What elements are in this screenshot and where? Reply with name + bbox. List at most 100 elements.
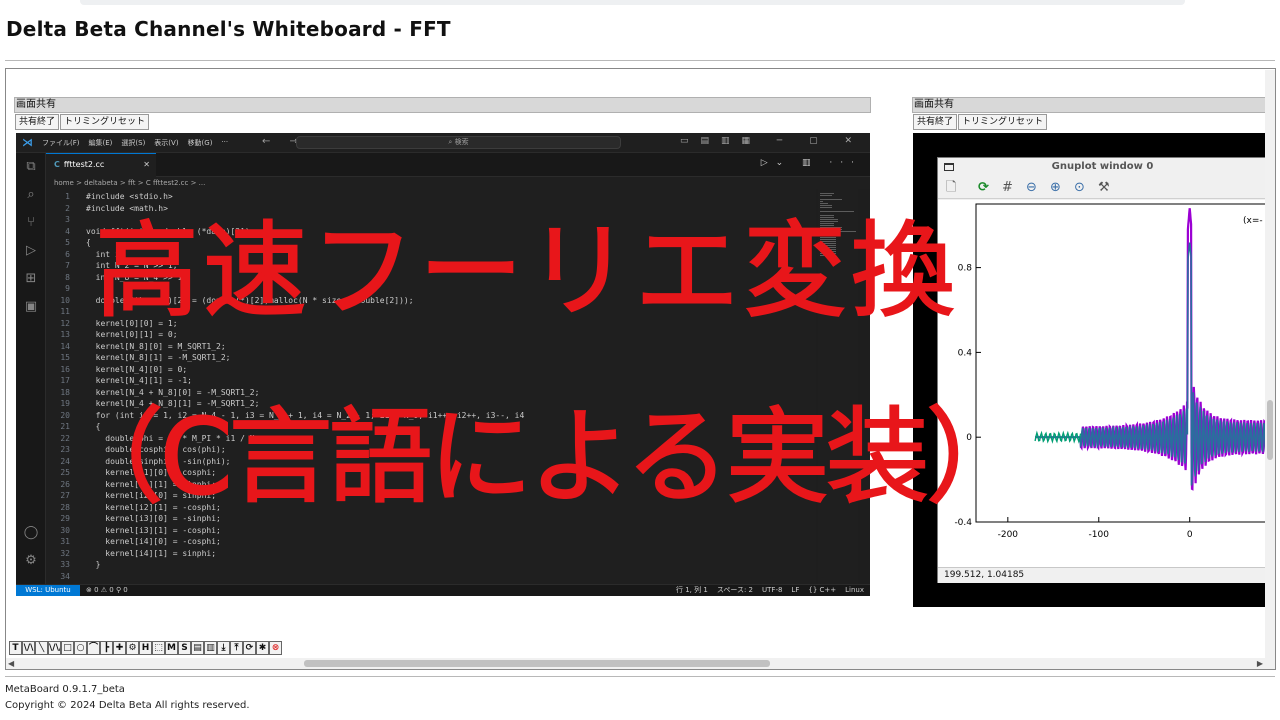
code-line[interactable]: 16 kernel[N_4][0] = 0; xyxy=(46,364,816,376)
horizontal-scrollbar[interactable]: ◀ ▶ xyxy=(6,658,1275,669)
menu-selection[interactable]: 選択(S) xyxy=(121,138,145,148)
remote-explorer-icon[interactable]: ▣ xyxy=(23,299,39,315)
stop-sharing-button[interactable]: 共有終了 xyxy=(913,114,958,130)
tool-button[interactable]: ┣ xyxy=(100,641,113,655)
code-line[interactable]: 8 int N_8 = N_4 >> 1; xyxy=(46,272,816,284)
language-mode[interactable]: {} C++ xyxy=(808,585,836,596)
tool-button[interactable]: H xyxy=(139,641,152,655)
scroll-right-icon[interactable]: ▶ xyxy=(1257,658,1263,669)
minimap[interactable] xyxy=(818,189,858,584)
stop-sharing-button[interactable]: 共有終了 xyxy=(15,114,60,130)
explorer-icon[interactable]: ⧉ xyxy=(23,159,39,175)
code-line[interactable]: 13 kernel[0][1] = 0; xyxy=(46,329,816,341)
encoding-setting[interactable]: UTF-8 xyxy=(762,585,782,596)
code-line[interactable]: 7 int N_2 = N >> 1; xyxy=(46,260,816,272)
tool-button[interactable]: ⤓ xyxy=(217,641,230,655)
menu-go[interactable]: 移動(G) xyxy=(188,138,213,148)
code-line[interactable]: 20 for (int i1 = 1, i2 = N_4 - 1, i3 = N… xyxy=(46,410,816,422)
scroll-left-icon[interactable]: ◀ xyxy=(8,658,14,669)
close-icon[interactable]: ✕ xyxy=(143,154,150,176)
code-line[interactable]: 1 #include <stdio.h> xyxy=(46,191,816,203)
remote-indicator[interactable]: WSL: Ubuntu xyxy=(16,585,80,596)
code-line[interactable]: 29 kernel[i3][0] = -sinphi; xyxy=(46,513,816,525)
eol-setting[interactable]: LF xyxy=(791,585,799,596)
code-line[interactable]: 33 } xyxy=(46,559,816,571)
code-editor[interactable]: 1 #include <stdio.h> 2 #include <math.h> 3 4 v… xyxy=(46,189,816,584)
copy-icon[interactable]: 🗋 xyxy=(946,177,956,199)
tool-button[interactable]: ⬚ xyxy=(152,641,165,655)
problems-indicator[interactable]: ⊗ 0 ⚠ 0 ⚲ 0 xyxy=(86,585,128,596)
tool-button[interactable]: ╲ xyxy=(35,641,48,655)
gnuplot-plot-area[interactable]: 0.8 0.4 0 -0.4 -200 -100 0 (x=- xyxy=(938,200,1269,567)
tool-button[interactable]: ⌒ xyxy=(87,641,100,655)
code-line[interactable]: 10 double (*kernel)[2] = (double(*)[2])m… xyxy=(46,295,816,307)
tool-button[interactable]: S xyxy=(178,641,191,655)
command-search-input[interactable]: ⌕ 検索 xyxy=(296,136,621,149)
window-controls[interactable]: ▭▤▥▦ ─ ▢ ✕ xyxy=(680,136,864,146)
code-line[interactable]: 9 xyxy=(46,283,816,295)
code-line[interactable]: 6 int i; xyxy=(46,249,816,261)
reset-trimming-button[interactable]: トリミングリセット xyxy=(60,114,150,130)
code-line[interactable]: 22 double phi = -2 * M_PI * i1 / N; xyxy=(46,433,816,445)
tool-button[interactable]: □ xyxy=(61,641,74,655)
code-line[interactable]: 2 #include <math.h> xyxy=(46,203,816,215)
options-wrench-icon[interactable]: ⚒ xyxy=(1098,177,1110,199)
replot-icon[interactable]: ⟳ xyxy=(978,177,989,199)
breadcrumb[interactable]: home > deltabeta > fft > C ffttest2.cc >… xyxy=(46,177,870,189)
code-line[interactable]: 30 kernel[i3][1] = -cosphi; xyxy=(46,525,816,537)
menu-more[interactable]: ··· xyxy=(221,138,228,148)
code-line[interactable]: 5{ xyxy=(46,237,816,249)
menu-file[interactable]: ファイル(F) xyxy=(42,138,80,148)
code-line[interactable]: 24 double sinphi = -sin(phi); xyxy=(46,456,816,468)
indent-setting[interactable]: スペース: 2 xyxy=(717,585,753,596)
account-icon[interactable]: ◯ xyxy=(23,525,39,541)
code-line[interactable]: 25 kernel[i1][0] = cosphi; xyxy=(46,467,816,479)
code-line[interactable]: 21 { xyxy=(46,421,816,433)
tool-button[interactable]: T xyxy=(9,641,22,655)
zoom-previous-icon[interactable]: ⊖ xyxy=(1026,177,1037,199)
settings-gear-icon[interactable]: ⚙ xyxy=(23,553,39,569)
tool-button[interactable]: ⚙ xyxy=(126,641,139,655)
source-control-icon[interactable]: ⑂ xyxy=(23,215,39,231)
search-icon[interactable]: ⌕ xyxy=(23,187,39,203)
reset-trimming-button[interactable]: トリミングリセット xyxy=(958,114,1048,130)
tool-button[interactable]: \/\/ xyxy=(48,641,61,655)
tool-button[interactable]: M xyxy=(165,641,178,655)
tool-button[interactable]: ✚ xyxy=(113,641,126,655)
code-line[interactable]: 28 kernel[i2][1] = -cosphi; xyxy=(46,502,816,514)
window-menu-icon[interactable] xyxy=(944,163,954,171)
code-line[interactable]: 26 kernel[i1][1] = sinphi; xyxy=(46,479,816,491)
menu-view[interactable]: 表示(V) xyxy=(154,138,178,148)
zoom-auto-icon[interactable]: ⊙ xyxy=(1074,177,1085,199)
tool-button[interactable]: ⟳ xyxy=(243,641,256,655)
tool-button[interactable]: ○ xyxy=(74,641,87,655)
grid-icon[interactable]: # xyxy=(1002,177,1013,199)
tool-button[interactable]: ⤒ xyxy=(230,641,243,655)
code-line[interactable]: 23 double cosphi = cos(phi); xyxy=(46,444,816,456)
tool-button[interactable]: ⊗ xyxy=(269,641,282,655)
code-line[interactable]: 19 kernel[N_4 + N_8][1] = -M_SQRT1_2; xyxy=(46,398,816,410)
whiteboard-canvas[interactable]: 画面共有 共有終了 トリミングリセット ⋊ ファイル(F) 編集(E) 選択(S… xyxy=(5,68,1276,670)
extensions-icon[interactable]: ⊞ xyxy=(23,271,39,287)
code-line[interactable]: 27 kernel[i2][0] = sinphi; xyxy=(46,490,816,502)
code-line[interactable]: 31 kernel[i4][0] = -cosphi; xyxy=(46,536,816,548)
code-line[interactable]: 17 kernel[N_4][1] = -1; xyxy=(46,375,816,387)
editor-actions[interactable]: ▷⌄ ▥ ··· xyxy=(761,158,862,168)
code-line[interactable]: 4 void fft(int N, double (*data)[2]) xyxy=(46,226,816,238)
tool-button[interactable]: \/\ xyxy=(22,641,35,655)
code-line[interactable]: 14 kernel[N_8][0] = M_SQRT1_2; xyxy=(46,341,816,353)
code-line[interactable]: 11 xyxy=(46,306,816,318)
code-line[interactable]: 32 kernel[i4][1] = sinphi; xyxy=(46,548,816,560)
run-debug-icon[interactable]: ▷ xyxy=(23,243,39,259)
code-line[interactable]: 12 kernel[0][0] = 1; xyxy=(46,318,816,330)
code-line[interactable]: 18 kernel[N_4 + N_8][0] = -M_SQRT1_2; xyxy=(46,387,816,399)
vertical-scrollbar[interactable] xyxy=(1265,70,1275,668)
code-line[interactable]: 3 xyxy=(46,214,816,226)
code-line[interactable]: 15 kernel[N_8][1] = -M_SQRT1_2; xyxy=(46,352,816,364)
menu-edit[interactable]: 編集(E) xyxy=(89,138,113,148)
cursor-position[interactable]: 行 1, 列 1 xyxy=(676,585,708,596)
code-line[interactable]: 34 xyxy=(46,571,816,583)
tool-button[interactable]: ▥ xyxy=(204,641,217,655)
tool-button[interactable]: ▤ xyxy=(191,641,204,655)
zoom-next-icon[interactable]: ⊕ xyxy=(1050,177,1061,199)
